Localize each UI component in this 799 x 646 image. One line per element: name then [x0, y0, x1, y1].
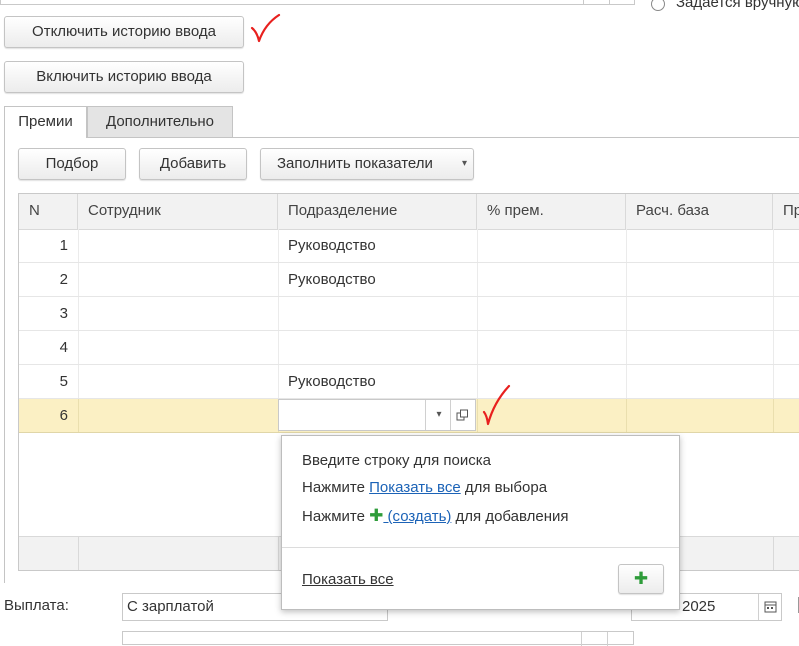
cell-base[interactable] — [626, 365, 773, 398]
cell-base[interactable] — [626, 399, 773, 432]
search-dropdown-popup: Введите строку для поиска Нажмите Показа… — [281, 435, 680, 610]
calendar-icon[interactable] — [764, 600, 777, 613]
table-row[interactable]: 3 — [19, 297, 799, 331]
cell-employee[interactable] — [78, 331, 278, 364]
cell-n[interactable]: 4 — [19, 331, 78, 364]
create-link[interactable]: (создать) — [383, 508, 452, 525]
cell-employee[interactable] — [78, 263, 278, 296]
popup-hint-select-prefix: Нажмите — [302, 479, 370, 496]
cell-base[interactable] — [626, 331, 773, 364]
col-header-employee[interactable]: Сотрудник — [78, 194, 278, 229]
tab-bonuses[interactable]: Премии — [4, 106, 87, 138]
cell-n[interactable]: 5 — [19, 365, 78, 398]
add-button[interactable]: Добавить — [139, 148, 247, 180]
manual-radio[interactable] — [651, 0, 665, 11]
cell-n[interactable]: 3 — [19, 297, 78, 330]
col-header-department[interactable]: Подразделение — [278, 194, 477, 229]
popup-add-button[interactable]: ✚ — [618, 564, 664, 594]
table-row[interactable]: 2 Руководство — [19, 263, 799, 297]
cell-n[interactable]: 6 — [19, 399, 78, 432]
manual-radio-label: Задается вручную — [676, 0, 799, 11]
cell-percent[interactable] — [477, 331, 626, 364]
col-header-extra[interactable]: Пр — [773, 194, 799, 229]
cell-base[interactable] — [626, 229, 773, 262]
date-value: 2025 — [682, 598, 716, 615]
show-all-link[interactable]: Показать все — [302, 571, 394, 588]
cell-employee[interactable] — [78, 399, 278, 432]
cell-department[interactable]: Руководство — [278, 229, 477, 262]
cell-n[interactable]: 1 — [19, 229, 78, 262]
table-row[interactable]: 1 Руководство — [19, 229, 799, 263]
check-mark-icon — [482, 384, 511, 426]
show-all-inline-link[interactable]: Показать все — [369, 479, 461, 496]
col-header-percent[interactable]: % прем. — [477, 194, 626, 229]
tab-additional[interactable]: Дополнительно — [87, 106, 233, 138]
popup-hint-create-prefix: Нажмите — [302, 508, 370, 525]
table-header: N Сотрудник Подразделение % прем. Расч. … — [19, 194, 799, 230]
cell-percent[interactable] — [477, 263, 626, 296]
cell-base[interactable] — [626, 297, 773, 330]
cell-percent[interactable] — [477, 297, 626, 330]
cell-employee[interactable] — [78, 365, 278, 398]
plus-icon: ✚ — [633, 569, 649, 588]
table-row[interactable]: 4 — [19, 331, 799, 365]
popup-hint-search: Введите строку для поиска — [302, 452, 491, 469]
chevron-down-icon: ▾ — [461, 158, 467, 169]
cell-base[interactable] — [626, 263, 773, 296]
popup-hint-create: Нажмите ✚ (создать) для добавления — [302, 506, 569, 526]
dropdown-arrow-icon[interactable]: ▾ — [429, 400, 449, 430]
popup-hint-create-suffix: для добавления — [451, 508, 569, 525]
disable-history-button[interactable]: Отключить историю ввода — [4, 16, 244, 48]
cell-department[interactable] — [278, 331, 477, 364]
popup-hint-select-suffix: для выбора — [460, 479, 548, 496]
cell-employee[interactable] — [78, 229, 278, 262]
cell-department[interactable]: Руководство — [278, 263, 477, 296]
fill-indicators-label: Заполнить показатели — [277, 155, 433, 172]
plus-icon[interactable]: ✚ — [369, 506, 383, 525]
table-row[interactable]: 5 Руководство — [19, 365, 799, 399]
cell-department[interactable]: Руководство — [278, 365, 477, 398]
check-mark-icon — [250, 13, 281, 43]
top-input-field[interactable] — [0, 0, 635, 5]
payment-label: Выплата: — [4, 597, 69, 614]
pick-button[interactable]: Подбор — [18, 148, 126, 180]
open-form-icon[interactable] — [456, 409, 469, 422]
col-header-base[interactable]: Расч. база — [626, 194, 773, 229]
bottom-field[interactable] — [122, 631, 634, 646]
department-input[interactable]: ▾ — [278, 399, 476, 431]
enable-history-button[interactable]: Включить историю ввода — [4, 61, 244, 93]
popup-hint-select: Нажмите Показать все для выбора — [302, 479, 547, 496]
popup-divider — [282, 547, 679, 548]
payment-value: С зарплатой — [127, 598, 214, 615]
col-header-n[interactable]: N — [19, 194, 78, 229]
fill-indicators-button[interactable]: Заполнить показатели ▾ — [260, 148, 474, 180]
cell-department[interactable] — [278, 297, 477, 330]
cell-n[interactable]: 2 — [19, 263, 78, 296]
cell-percent[interactable] — [477, 229, 626, 262]
cell-employee[interactable] — [78, 297, 278, 330]
